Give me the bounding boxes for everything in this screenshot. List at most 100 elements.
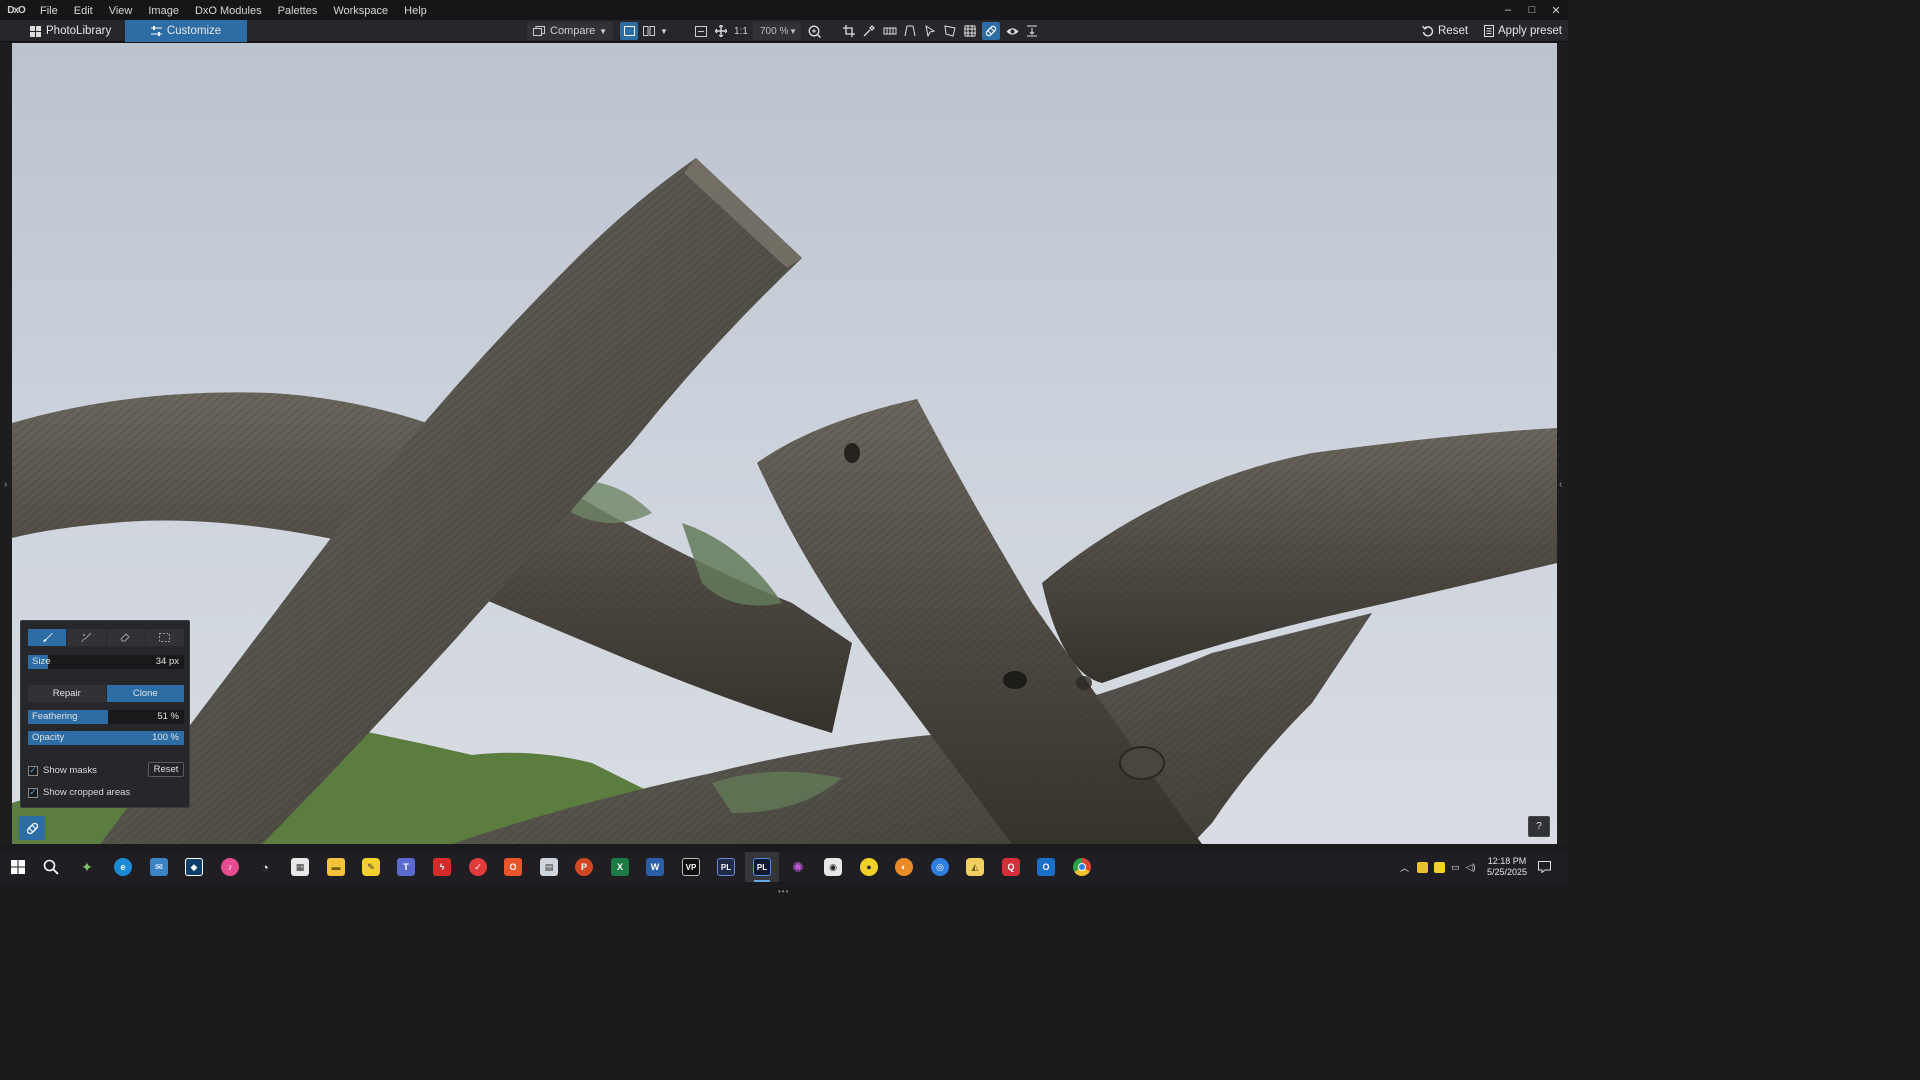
mail-icon[interactable]: ✉ (150, 858, 168, 876)
excel-icon[interactable]: X (611, 858, 629, 876)
feathering-slider[interactable]: Feathering 51 % (28, 710, 184, 724)
left-panel-toggle-icon[interactable]: › (4, 479, 7, 490)
eraser-mode-button[interactable] (106, 629, 145, 646)
photo-canvas[interactable] (12, 43, 1557, 844)
eyedropper-button[interactable] (860, 22, 878, 40)
menu-palettes[interactable]: Palettes (270, 0, 326, 20)
view-mode-dropdown[interactable]: ▼ (658, 22, 670, 40)
teams-icon[interactable]: T (397, 858, 415, 876)
menu-help[interactable]: Help (396, 0, 435, 20)
chevron-down-icon: ▼ (599, 26, 607, 36)
apply-preset-button[interactable]: Apply preset (1478, 22, 1568, 40)
move-button[interactable] (712, 22, 730, 40)
store-icon[interactable]: ◆ (185, 858, 203, 876)
speedtest-icon[interactable]: ◔ (256, 858, 274, 876)
clone-button[interactable]: Clone (106, 685, 184, 702)
notifications-icon[interactable] (1538, 852, 1551, 882)
fit-screen-button[interactable] (692, 22, 710, 40)
ms-store-icon[interactable]: ▦ (291, 858, 309, 876)
red-eye-button[interactable] (1003, 22, 1021, 40)
compare-label: Compare (550, 25, 596, 37)
network-icon[interactable]: ▭ (1451, 862, 1460, 873)
filmstrip-grip-icon[interactable]: ••• (778, 887, 789, 896)
minimize-button[interactable]: – (1496, 0, 1520, 20)
flash-icon[interactable]: ϟ (433, 858, 451, 876)
auto-brush-mode-button[interactable] (67, 629, 106, 646)
repair-tool-button[interactable] (982, 22, 1000, 40)
pl-tool-icon[interactable]: PL (717, 858, 735, 876)
menu-workspace[interactable]: Workspace (325, 0, 396, 20)
tray-app-icon[interactable] (1417, 861, 1429, 873)
single-view-button[interactable] (620, 22, 638, 40)
dxo-photolab-icon[interactable]: PL (753, 858, 771, 876)
mixer-icon[interactable]: ✺ (789, 858, 807, 876)
size-label: Size (32, 656, 51, 667)
opacity-slider[interactable]: Opacity 100 % (28, 731, 184, 745)
split-view-button[interactable] (640, 22, 658, 40)
copilot-icon[interactable]: ✦ (78, 858, 96, 876)
perspective-tool-button[interactable] (901, 22, 919, 40)
search-icon[interactable] (42, 858, 60, 876)
onenote-icon[interactable]: ▤ (540, 858, 558, 876)
browser-orange-icon[interactable]: ◐ (895, 858, 913, 876)
menu-dxo-modules[interactable]: DxO Modules (187, 0, 270, 20)
chevron-up-icon[interactable]: ︿ (1400, 861, 1409, 874)
reset-button[interactable]: Reset (1416, 22, 1474, 40)
brush-mode-button[interactable] (28, 629, 67, 646)
chrome-icon[interactable] (1073, 858, 1091, 876)
file-explorer-icon[interactable]: ▬ (327, 858, 345, 876)
todo-icon[interactable]: ✓ (469, 858, 487, 876)
photos-icon[interactable]: ◭ (966, 858, 984, 876)
tray-app2-icon[interactable] (1434, 861, 1446, 873)
edge-icon[interactable]: e (114, 858, 132, 876)
eraser-icon (120, 633, 130, 642)
office-icon[interactable]: O (504, 858, 522, 876)
show-cropped-row[interactable]: ✓ Show cropped areas (28, 787, 130, 798)
brush-icon (42, 633, 53, 642)
word-icon[interactable]: W (646, 858, 664, 876)
close-button[interactable]: ✕ (1544, 0, 1568, 20)
palette-reset-button[interactable]: Reset (148, 762, 184, 777)
size-slider[interactable]: Size 34 px (28, 655, 184, 669)
crop-tool-button[interactable] (840, 22, 858, 40)
settings-icon[interactable]: ◉ (824, 858, 842, 876)
red-app-icon[interactable]: Q (1002, 858, 1020, 876)
selection-mode-button[interactable] (145, 629, 184, 646)
menu-edit[interactable]: Edit (66, 0, 101, 20)
tab-photolibrary[interactable]: PhotoLibrary (18, 20, 124, 42)
maximize-button[interactable]: □ (1520, 0, 1544, 20)
grid-overlay-button[interactable] (961, 22, 979, 40)
image-viewer[interactable]: › ‹ ••• (0, 43, 1568, 896)
menu-view[interactable]: View (101, 0, 141, 20)
horizon-icon (883, 27, 897, 35)
volume-icon[interactable]: ◁) (1466, 862, 1476, 873)
vp-icon[interactable]: VP (682, 858, 700, 876)
paint-icon[interactable]: ✎ (362, 858, 380, 876)
show-masks-row[interactable]: ✓ Show masks (28, 765, 97, 776)
control-points-button[interactable] (941, 22, 959, 40)
start-icon[interactable] (9, 858, 27, 876)
zoom-in-icon (808, 25, 821, 38)
repair-button[interactable]: Repair (28, 685, 106, 702)
compare-button[interactable]: Compare ▼ (527, 22, 613, 40)
menu-image[interactable]: Image (140, 0, 187, 20)
zoom-in-button[interactable] (805, 22, 823, 40)
zoom-select[interactable]: 700 % ▼ (753, 22, 801, 40)
horizon-tool-button[interactable] (880, 22, 900, 40)
repair-tool-indicator[interactable] (19, 816, 45, 840)
itunes-icon[interactable]: ♪ (221, 858, 239, 876)
lemon-icon[interactable]: ● (860, 858, 878, 876)
help-button[interactable]: ? (1528, 816, 1550, 837)
outlook-icon[interactable]: O (1037, 858, 1055, 876)
one-to-one-button[interactable]: 1:1 (731, 22, 751, 40)
powerpoint-icon[interactable]: P (575, 858, 593, 876)
menu-file[interactable]: File (32, 0, 66, 20)
tab-customize[interactable]: Customize (125, 20, 247, 42)
right-panel-toggle-icon[interactable]: ‹ (1559, 479, 1562, 490)
watermark-button[interactable] (1023, 22, 1041, 40)
taskbar-clock[interactable]: 12:18 PM 5/25/2025 (1484, 856, 1530, 878)
show-masks-checkbox[interactable]: ✓ (28, 765, 38, 776)
local-adjust-button[interactable] (921, 22, 939, 40)
maps-icon[interactable]: ◎ (931, 858, 949, 876)
show-cropped-checkbox[interactable]: ✓ (28, 787, 38, 798)
